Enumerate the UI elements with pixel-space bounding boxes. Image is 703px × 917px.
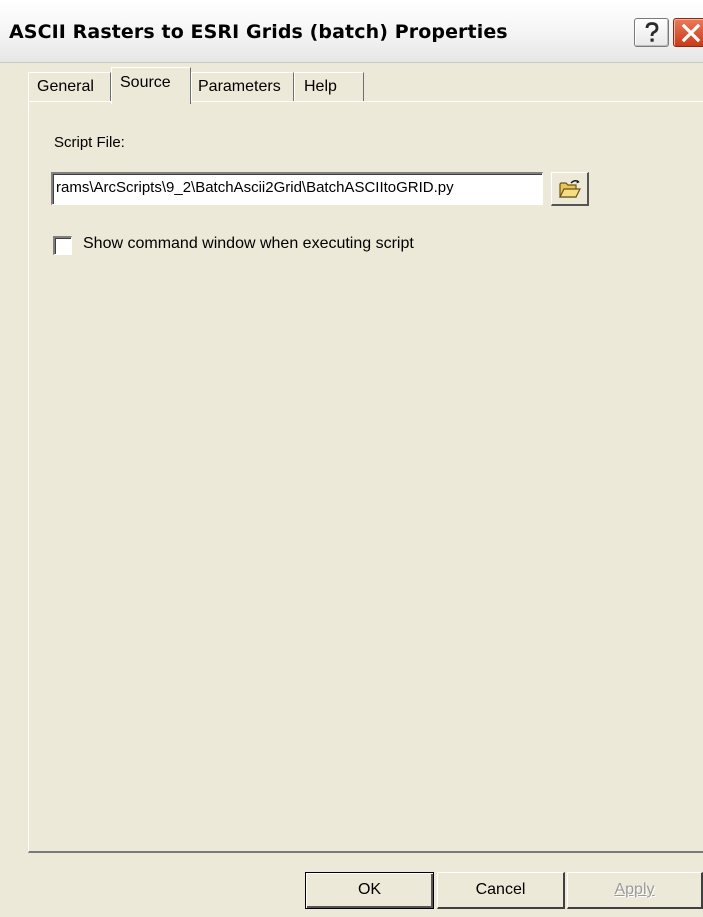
tab-help[interactable]: Help [294, 72, 364, 102]
show-command-window-checkbox[interactable] [53, 236, 72, 255]
properties-dialog: ASCII Rasters to ESRI Grids (batch) Prop… [0, 0, 703, 917]
title-bar[interactable]: ASCII Rasters to ESRI Grids (batch) Prop… [0, 0, 703, 63]
close-button[interactable] [673, 18, 703, 47]
source-tab-panel: Script File: rams\ArcScripts\9_2\BatchAs… [28, 101, 703, 853]
window-title: ASCII Rasters to ESRI Grids (batch) Prop… [9, 21, 508, 43]
question-mark-icon [645, 22, 659, 42]
help-button[interactable] [634, 18, 669, 47]
cancel-button[interactable]: Cancel [437, 872, 565, 909]
close-x-icon [681, 23, 701, 43]
apply-button-label: Apply [614, 881, 655, 898]
browse-button[interactable] [551, 172, 589, 206]
show-command-window-label[interactable]: Show command window when executing scrip… [83, 235, 414, 253]
apply-button[interactable]: Apply [567, 872, 703, 909]
script-file-label: Script File: [54, 134, 125, 151]
ok-button[interactable]: OK [305, 872, 434, 909]
open-folder-icon [559, 180, 581, 198]
tab-general[interactable]: General [28, 72, 111, 102]
script-path-field[interactable]: rams\ArcScripts\9_2\BatchAscii2Grid\Batc… [51, 172, 543, 205]
tab-parameters[interactable]: Parameters [191, 72, 294, 102]
tab-source[interactable]: Source [111, 67, 191, 104]
